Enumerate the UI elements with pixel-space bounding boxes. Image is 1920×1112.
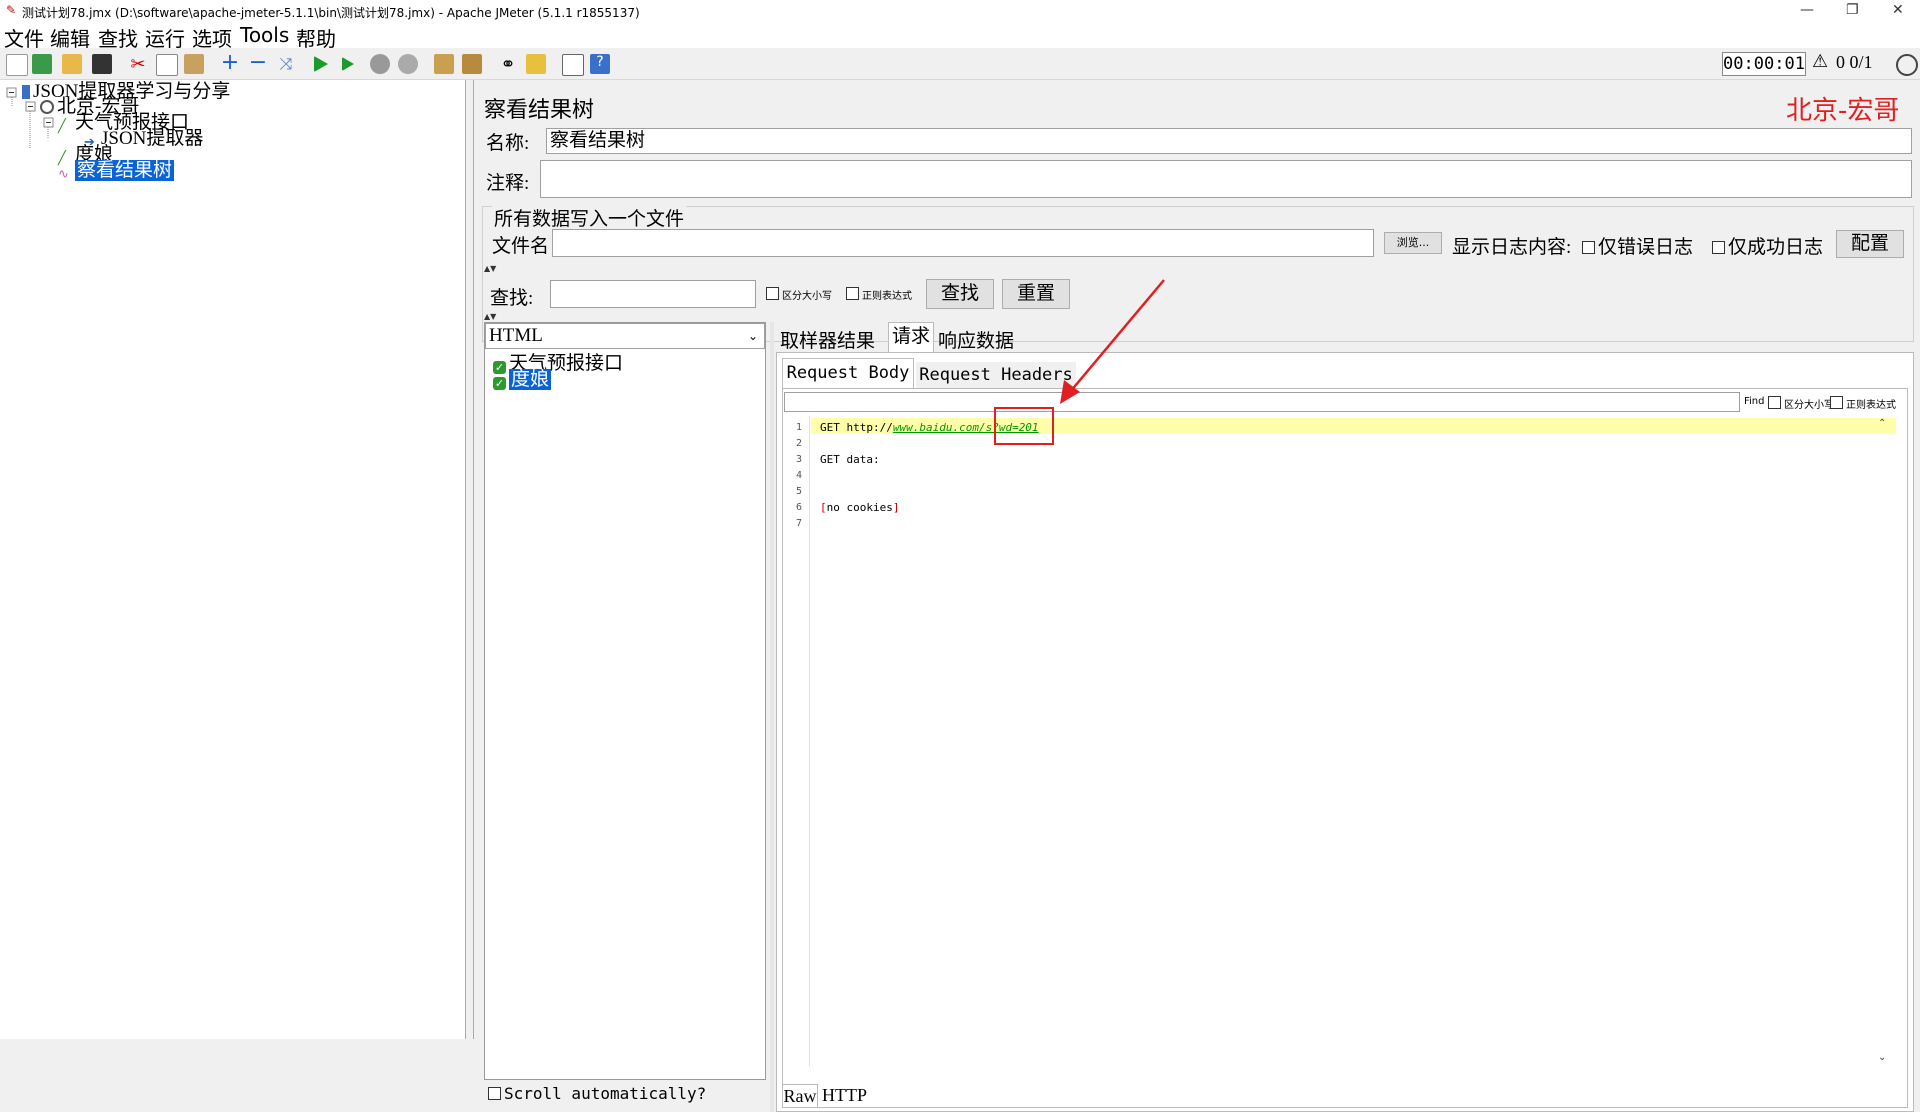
menu-tools[interactable]: Tools [240,23,289,47]
window-title: 测试计划78.jmx (D:\software\apache-jmeter-5.… [22,6,640,20]
subtab-request-body[interactable]: Request Body [782,358,914,388]
comment-label: 注释: [486,173,530,194]
close-button[interactable]: ✕ [1892,2,1904,18]
collapse-icon[interactable]: − [248,52,268,74]
tab-raw[interactable]: Raw [782,1084,818,1108]
restore-button[interactable]: ❐ [1846,2,1859,18]
scroll-auto-box[interactable] [488,1087,501,1100]
cut-icon[interactable]: ✂ [128,54,148,75]
sample-item-baidu[interactable]: ✓ 度娘 [493,369,552,390]
chevron-down-icon: ⌄ [747,329,758,343]
results-tree-panel: 察看结果树 北京-宏哥 名称: 察看结果树 注释: 所有数据写入一个文件 文件名… [474,80,1920,1112]
tree-item-results-tree[interactable]: ∿ 察看结果树 [58,160,175,181]
sample-results-panel: HTML ⌄ ✓ 天气预报接口 ✓ 度娘 [484,322,766,1080]
regex-checkbox[interactable]: 正则表达式 [846,287,912,302]
thread-group-icon [40,100,54,114]
tab-response-data[interactable]: 响应数据 [938,326,1024,352]
help-icon[interactable]: ? [590,54,610,74]
collapse-arrows-icon[interactable]: ▲▼ [484,264,496,273]
templates-icon[interactable] [32,54,52,74]
annotation-box [994,407,1054,445]
scroll-auto-checkbox[interactable]: Scroll automatically? [488,1084,706,1103]
remote-globe-icon[interactable] [1896,54,1918,76]
scroll-down-icon[interactable]: ⌄ [1878,1052,1886,1063]
save-icon[interactable] [92,54,112,74]
browse-button[interactable]: 浏览... [1384,232,1442,254]
pane-splitter[interactable] [466,80,474,1039]
errors-only-checkbox[interactable]: 仅错误日志 [1582,232,1693,259]
inner-splitter[interactable] [770,322,774,1112]
listener-icon: ∿ [58,166,69,181]
editor-case-box[interactable] [1768,396,1781,409]
editor-find-regex[interactable]: 正则表达式 [1830,396,1896,411]
name-field[interactable]: 察看结果树 [546,128,1912,154]
success-only-box[interactable] [1712,241,1725,254]
paste-icon[interactable] [184,54,204,74]
filename-label: 文件名 [492,236,550,257]
panel-title: 察看结果树 [484,97,595,122]
case-sensitive-checkbox[interactable]: 区分大小写 [766,287,832,302]
clear-icon[interactable] [434,54,454,74]
line-numbers: 1 2 3 4 5 6 7 [796,422,803,529]
search-input[interactable] [550,280,756,308]
name-label: 名称: [486,133,530,154]
comment-field[interactable] [540,160,1912,198]
search-label: 查找: [490,288,534,309]
start-icon[interactable] [314,56,328,72]
editor-find-input[interactable] [784,392,1740,412]
start-no-pause-icon[interactable] [342,57,354,71]
menu-bar: 文件 编辑 查找 运行 选项 Tools 帮助 [0,22,1920,51]
code-editor[interactable]: 1 2 3 4 5 6 7 GET http://www.baidu.com/s… [784,416,1896,1066]
window-titlebar: ✎ 测试计划78.jmx (D:\software\apache-jmeter-… [0,0,1920,22]
scroll-up-icon[interactable]: ⌃ [1878,418,1886,429]
copy-icon[interactable] [156,54,178,76]
renderer-select[interactable]: HTML ⌄ [485,323,765,349]
editor-find-case[interactable]: 区分大小写 [1768,396,1834,411]
editor-regex-box[interactable] [1830,396,1843,409]
shutdown-icon[interactable] [398,54,418,74]
case-sensitive-box[interactable] [766,287,779,300]
toolbar: ✂ + − ⤨ ⚭ ? 00:00:01 ⚠ 0 0/1 [0,48,1920,80]
function-helper-icon[interactable] [562,54,584,76]
log-content-label: 显示日志内容: [1452,237,1572,258]
binoculars-icon[interactable]: ⚭ [498,54,518,75]
test-plan-tree: JSON提取器学习与分享 北京-宏哥 ╱ 天气预报接口 ➔ JSON提取器 ╱ 度娘 … [0,80,466,1039]
warning-icon[interactable]: ⚠ [1812,51,1828,72]
minimize-button[interactable]: — [1800,2,1814,18]
stop-icon[interactable] [370,54,390,74]
no-cookies-text: no cookies [826,501,893,514]
thread-counts: 0 0/1 [1836,52,1873,72]
editor-find-label: Find [1744,396,1765,407]
filename-field[interactable] [552,229,1374,257]
reset-button[interactable]: 重置 [1002,279,1070,309]
elapsed-timer: 00:00:01 [1722,52,1806,76]
clear-all-icon[interactable] [462,54,482,74]
http-sampler-icon: ╱ [58,118,66,133]
subtab-request-headers[interactable]: Request Headers [916,362,1076,388]
tab-http[interactable]: HTTP [822,1084,867,1108]
new-icon[interactable] [6,54,28,76]
errors-only-box[interactable] [1582,241,1595,254]
expand-icon[interactable]: + [220,52,240,74]
open-icon[interactable] [62,54,82,74]
http-sampler-icon: ╱ [58,150,66,165]
regex-box[interactable] [846,287,859,300]
file-section-title: 所有数据写入一个文件 [492,204,687,231]
config-button[interactable]: 配置 [1836,230,1904,258]
tab-sampler-result[interactable]: 取样器结果 [780,326,888,352]
jmeter-feather-icon: ✎ [6,3,17,17]
collapse-arrows-icon-2[interactable]: ▲▼ [484,312,496,321]
tab-request[interactable]: 请求 [888,322,934,352]
success-shield-icon: ✓ [493,377,506,390]
reset-search-icon[interactable] [526,54,546,74]
test-plan-icon [22,85,30,99]
toggle-icon[interactable]: ⤨ [276,54,296,74]
watermark-label: 北京-宏哥 [1786,96,1900,126]
code-line-no-cookies: [no cookies] [820,501,900,514]
find-button[interactable]: 查找 [926,279,994,309]
success-only-checkbox[interactable]: 仅成功日志 [1712,232,1823,259]
code-line-get-data: GET data: [820,453,880,466]
